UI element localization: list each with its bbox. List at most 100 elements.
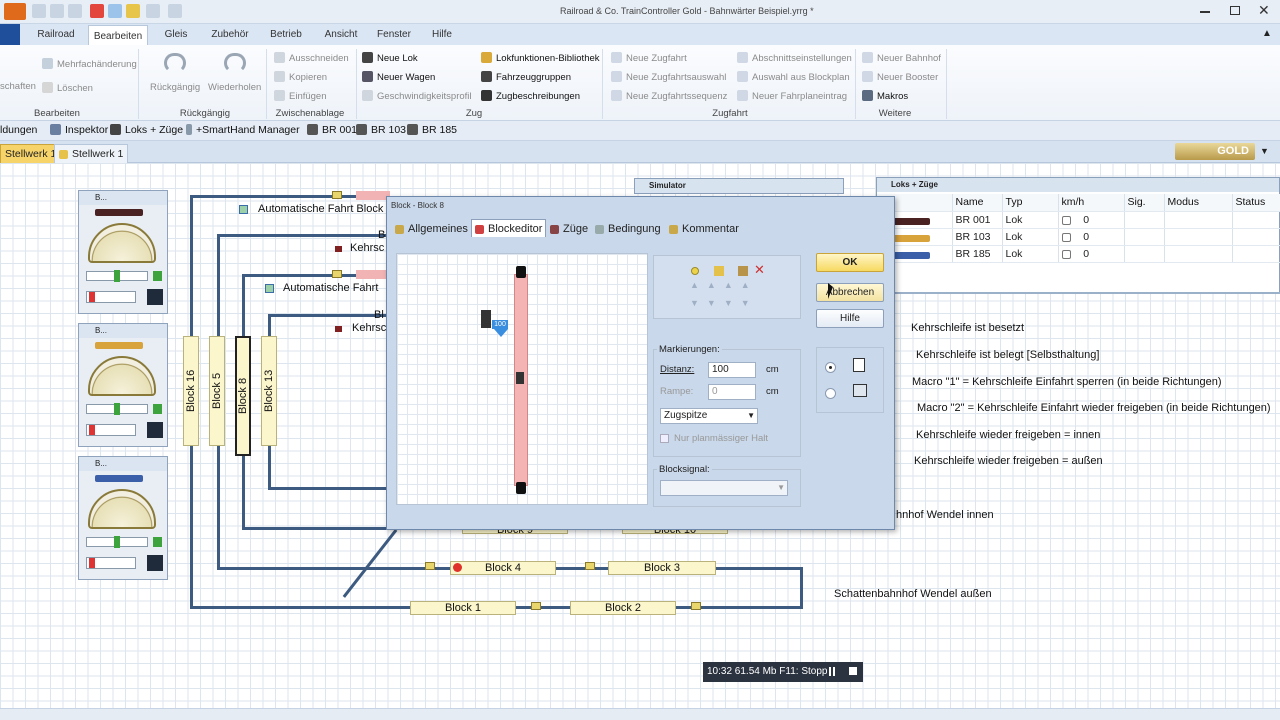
block-1[interactable]: Block 1 (410, 601, 516, 615)
app-menu-button[interactable] (0, 24, 20, 45)
block-2[interactable]: Block 2 (570, 601, 676, 615)
block-8[interactable]: Block 8 (235, 336, 251, 456)
checkbox[interactable] (1061, 232, 1071, 242)
hilfe-button[interactable]: Hilfe (816, 309, 884, 328)
table-row[interactable]: BR 103 Lok 0 (877, 228, 1280, 246)
fahrzeug-button[interactable]: Fahrzeuggruppen (481, 71, 571, 83)
pause-icon[interactable] (829, 667, 835, 676)
locos-window[interactable]: Loks + Züge g Name Typ km/h Sig. Modus S… (876, 177, 1280, 294)
neue-lok-button[interactable]: Neue Lok (362, 52, 418, 64)
checkbox[interactable] (1061, 215, 1071, 225)
view-radio-1[interactable] (825, 362, 836, 373)
block-5[interactable]: Block 5 (209, 336, 225, 446)
toolbar-inspektor[interactable]: Inspektor (50, 124, 108, 136)
checkbox[interactable] (1061, 249, 1071, 259)
doc-tab-stellwerk[interactable]: Stellwerk 1 (54, 144, 129, 163)
quick-stop-icon[interactable] (90, 4, 104, 18)
dialog-tab-kommentar[interactable]: Kommentar (669, 223, 739, 235)
geschw-button[interactable]: Geschwindigkeitsprofil (362, 90, 472, 102)
tab-hilfe[interactable]: Hilfe (426, 24, 458, 45)
nur-planm-checkbox[interactable] (660, 434, 669, 443)
redo-icon[interactable] (224, 53, 246, 73)
toolbar-smarthand[interactable]: +SmartHand Manager (186, 124, 300, 136)
tab-betrieb[interactable]: Betrieb (264, 24, 308, 45)
col-header[interactable]: km/h (1058, 194, 1125, 212)
ribbon-collapse-icon[interactable]: ▲ (1262, 28, 1272, 39)
lokfunk-button[interactable]: Lokfunktionen-Bibliothek (481, 52, 600, 64)
rueckgaengig-button[interactable]: Rückgängig (150, 82, 200, 93)
col-header[interactable]: Typ (1002, 194, 1059, 212)
stop-icon[interactable] (849, 667, 857, 675)
col-header[interactable]: Status (1232, 194, 1280, 212)
blocksignal-select[interactable]: ▼ (660, 480, 788, 496)
quick-customize-icon[interactable] (168, 4, 182, 18)
neue-zugfahrt-button[interactable]: Neue Zugfahrt (611, 52, 687, 64)
tab-gleis[interactable]: Gleis (156, 24, 196, 45)
direction-arrow-icon[interactable] (153, 271, 162, 281)
brake-thumb[interactable] (89, 292, 95, 302)
tab-railroad[interactable]: Railroad (28, 24, 84, 45)
abschnitt-button[interactable]: Abschnittseinstellungen (737, 52, 852, 64)
brake-slider[interactable] (86, 424, 136, 436)
doc-tab-stellwerk-active[interactable]: Stellwerk 1 (0, 144, 62, 163)
toolbar-meldungen[interactable]: ldungen (0, 124, 37, 136)
view-radio-2[interactable] (825, 388, 836, 399)
toolbar-br001[interactable]: BR 001 (307, 124, 357, 136)
block-4[interactable]: Block 4 (450, 561, 556, 575)
bahnhof-button[interactable]: Neuer Bahnhof (862, 52, 941, 64)
quick-redo-icon[interactable] (68, 4, 82, 18)
distanz-input[interactable]: 100 (708, 362, 756, 378)
speed-slider[interactable] (86, 403, 148, 415)
abbrechen-button[interactable]: Abbrechen (816, 283, 884, 302)
app-logo-icon[interactable] (4, 3, 26, 20)
loeschen-button[interactable]: Löschen (42, 82, 93, 94)
quick-save-icon[interactable] (32, 4, 46, 18)
throttle-panel[interactable]: B... (78, 323, 168, 447)
zugbesch-button[interactable]: Zugbeschreibungen (481, 90, 580, 102)
brake-slider[interactable] (86, 291, 136, 303)
tab-zubehoer[interactable]: Zubehör (204, 24, 256, 45)
paste-button[interactable]: Einfügen (274, 90, 327, 102)
ok-button[interactable]: OK (816, 253, 884, 272)
indicator-icon[interactable] (265, 284, 274, 293)
tab-menu-icon[interactable]: ▼ (1260, 146, 1269, 156)
booster-button[interactable]: Neuer Booster (862, 71, 938, 83)
quick-undo-icon[interactable] (50, 4, 64, 18)
speed-slider[interactable] (86, 536, 148, 548)
toolbar-br103[interactable]: BR 103 (356, 124, 406, 136)
neue-zfs-button[interactable]: Neue Zugfahrtssequenz (611, 90, 727, 102)
dialog-tab-allgemeines[interactable]: Allgemeines (395, 223, 468, 235)
dialog-tab-zuege[interactable]: Züge (550, 223, 588, 235)
close-icon[interactable]: ✕ (1258, 2, 1270, 19)
toolbar-br185[interactable]: BR 185 (407, 124, 457, 136)
mehrfach-button[interactable]: Mehrfachänderung (42, 58, 137, 70)
brake-thumb[interactable] (89, 425, 95, 435)
tab-bearbeiten[interactable]: Bearbeiten (88, 25, 148, 46)
throttle-panel[interactable]: B... (78, 456, 168, 580)
slider-thumb[interactable] (114, 536, 120, 548)
dialog-tab-bedingung[interactable]: Bedingung (595, 223, 661, 235)
wiederholen-button[interactable]: Wiederholen (208, 82, 261, 93)
direction-arrow-icon[interactable] (153, 537, 162, 547)
zugspitze-select[interactable]: Zugspitze ▼ (660, 408, 758, 424)
block-13[interactable]: Block 13 (261, 336, 277, 446)
indicator-icon[interactable] (239, 205, 248, 214)
col-header[interactable]: Name (952, 194, 1003, 212)
undo-icon[interactable] (164, 53, 186, 73)
speed-slider[interactable] (86, 270, 148, 282)
marker-tool-icon[interactable] (691, 267, 699, 275)
table-row[interactable]: BR 185 Lok 0 (877, 245, 1280, 263)
direction-arrow-icon[interactable] (153, 404, 162, 414)
tab-fenster[interactable]: Fenster (372, 24, 416, 45)
block-3[interactable]: Block 3 (608, 561, 716, 575)
copy-button[interactable]: Kopieren (274, 71, 327, 83)
makros-button[interactable]: Makros (862, 90, 908, 102)
quick-signal-icon[interactable] (126, 4, 140, 18)
stop-marker-icon[interactable] (516, 372, 524, 384)
function-keys-icon[interactable] (147, 422, 163, 438)
dialog-tab-blockeditor[interactable]: Blockeditor (471, 219, 547, 237)
toolbar-loks[interactable]: Loks + Züge (110, 124, 183, 136)
signal-tool-icon[interactable] (714, 266, 724, 276)
maximize-icon[interactable] (1230, 6, 1240, 15)
simulator-window[interactable]: Simulator (634, 178, 844, 194)
